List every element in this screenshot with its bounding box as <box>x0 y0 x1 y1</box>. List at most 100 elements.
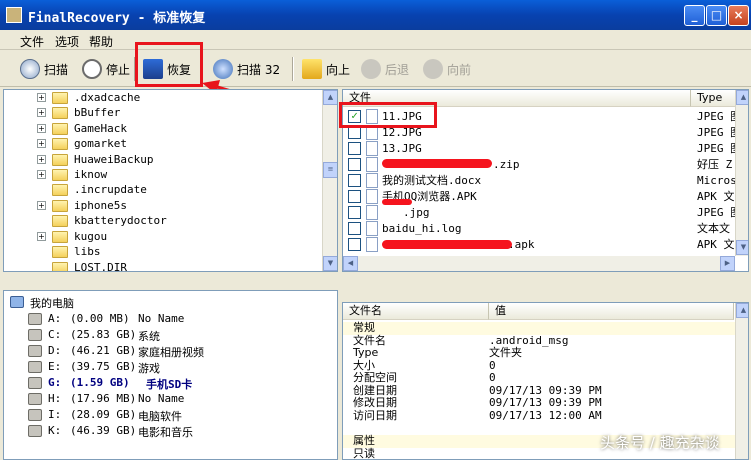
file-row[interactable]: .apk APK 文 <box>343 236 743 252</box>
file-row[interactable]: 我的测试文档.docx Micros <box>343 172 743 188</box>
scroll-thumb[interactable]: ≡ <box>323 162 337 178</box>
folder-icon <box>52 137 68 150</box>
tree-item[interactable]: + .dxadcache <box>37 90 140 105</box>
tree-item[interactable]: + kugou <box>37 229 107 244</box>
computer-icon <box>10 296 24 308</box>
checkbox[interactable] <box>348 173 361 187</box>
expand-icon[interactable]: + <box>37 108 46 117</box>
prop-row: 访问日期 09/17/13 12:00 AM <box>353 409 602 422</box>
folder-icon <box>52 214 68 227</box>
stop-button[interactable]: 停止 <box>82 55 130 83</box>
file-row[interactable]: baidu_hi.log 文本文 <box>343 220 743 236</box>
recover-highlight-box <box>135 42 203 87</box>
tree-item[interactable]: + bBuffer <box>37 105 120 120</box>
expand-icon[interactable]: + <box>37 139 46 148</box>
drive-item[interactable]: A: (0.00 MB) No Name <box>28 312 328 328</box>
expand-icon[interactable]: + <box>37 124 46 133</box>
tree-item[interactable]: LOST.DIR <box>52 260 127 271</box>
expand-icon[interactable]: + <box>37 93 46 102</box>
prop-scrollbar[interactable]: ▲ <box>735 303 748 459</box>
prop-row: 大小 0 <box>353 359 496 372</box>
checkbox[interactable] <box>348 141 361 155</box>
tree-item[interactable]: + GameHack <box>37 121 127 136</box>
checkbox[interactable] <box>348 189 361 203</box>
tree-scrollbar[interactable]: ▲ ≡ ▼ <box>322 90 337 271</box>
expand-icon[interactable]: + <box>37 201 46 210</box>
menu-file[interactable]: 文件 <box>20 33 44 50</box>
forward-button[interactable]: 向前 <box>423 55 471 83</box>
expand-icon[interactable]: + <box>37 170 46 179</box>
drive-item-selected[interactable]: G: (1.59 GB) 手机SD卡 <box>28 376 328 392</box>
scroll-down-icon[interactable]: ▼ <box>736 240 748 255</box>
checkbox[interactable] <box>348 221 361 235</box>
file-row[interactable]: .jpg JPEG 图 <box>343 204 743 220</box>
file-list-vscrollbar[interactable]: ▲ ▼ <box>735 90 748 256</box>
tree-item[interactable]: + iphone5s <box>37 198 127 213</box>
expand-icon[interactable]: + <box>37 232 46 241</box>
menu-options[interactable]: 选项 <box>55 33 79 50</box>
redaction-mark <box>382 159 492 168</box>
maximize-button[interactable]: □ <box>706 5 727 26</box>
drive-item[interactable]: E: (39.75 GB) 游戏 <box>28 360 328 376</box>
prop-header-name[interactable]: 文件名 <box>343 303 489 320</box>
prop-row: 分配空间 0 <box>353 371 496 384</box>
file-icon <box>366 204 378 220</box>
forward-label: 向前 <box>447 62 472 77</box>
window-title: FinalRecovery - 标准恢复 <box>28 11 206 26</box>
tree-item[interactable]: + gomarket <box>37 136 127 151</box>
file-row[interactable]: 手机QQ浏览器.APK APK 文 <box>343 188 743 205</box>
scroll-up-icon[interactable]: ▲ <box>736 90 748 105</box>
drive-item[interactable]: C: (25.83 GB) 系统 <box>28 328 328 344</box>
tree-item[interactable]: + iknow <box>37 167 107 182</box>
expand-icon[interactable]: + <box>37 155 46 164</box>
scroll-left-icon[interactable]: ◀ <box>343 256 358 271</box>
minimize-button[interactable]: _ <box>684 5 705 26</box>
back-button[interactable]: 后退 <box>361 55 409 83</box>
folder-icon <box>52 106 68 119</box>
up-label: 向上 <box>326 62 351 77</box>
column-header-type[interactable]: Type <box>691 90 736 107</box>
file-icon <box>366 140 378 156</box>
file-row[interactable]: 13.JPG JPEG 图 <box>343 140 743 156</box>
scan-button[interactable]: 扫描 <box>20 55 68 83</box>
back-arrow-icon <box>361 59 381 79</box>
checkbox[interactable] <box>348 237 361 251</box>
tree-item[interactable]: libs <box>52 244 101 259</box>
folder-icon <box>52 245 68 258</box>
file-icon <box>366 172 378 188</box>
file-list-hscrollbar[interactable]: ◀ ▶ <box>343 256 735 271</box>
checkbox[interactable] <box>348 205 361 219</box>
drive-item[interactable]: K: (46.39 GB) 电影和音乐 <box>28 424 328 440</box>
tree-item[interactable]: + HuaweiBackup <box>37 152 153 167</box>
file-row[interactable]: .zip 好压 Z <box>343 156 743 172</box>
prop-header-value[interactable]: 值 <box>489 303 734 320</box>
watermark: 头条号 / 趣充杂谈 <box>600 434 720 452</box>
folder-icon <box>52 122 68 135</box>
prop-row: 修改日期 09/17/13 09:39 PM <box>353 396 602 409</box>
scan32-label: 扫描 32 <box>237 62 281 77</box>
splitter[interactable] <box>0 274 751 290</box>
title-bar[interactable]: FinalRecovery - 标准恢复 _ □ × <box>0 0 751 30</box>
drive-item[interactable]: H: (17.96 MB) No Name <box>28 392 328 408</box>
checkbox[interactable] <box>348 157 361 171</box>
close-button[interactable]: × <box>728 5 749 26</box>
folder-icon <box>52 230 68 243</box>
scroll-right-icon[interactable]: ▶ <box>720 256 735 271</box>
folder-icon <box>52 168 68 181</box>
menu-help[interactable]: 帮助 <box>89 33 113 50</box>
folder-tree: + .dxadcache + bBuffer + GameHack + goma… <box>3 89 338 272</box>
drive-item[interactable]: D: (46.21 GB) 家庭相册视频 <box>28 344 328 360</box>
scroll-up-icon[interactable]: ▲ <box>736 303 748 318</box>
scroll-down-icon[interactable]: ▼ <box>323 256 337 271</box>
folder-icon <box>52 261 68 271</box>
app-icon <box>6 7 22 23</box>
drive-icon <box>28 393 42 405</box>
file-highlight-box <box>339 102 437 128</box>
magnifier-icon <box>20 59 40 79</box>
tree-item[interactable]: .incrupdate <box>52 182 147 197</box>
prop-row: 文件名 .android_msg <box>353 334 569 347</box>
stop-label: 停止 <box>106 62 131 77</box>
tree-item[interactable]: kbatterydoctor <box>52 213 167 228</box>
drive-item[interactable]: I: (28.09 GB) 电脑软件 <box>28 408 328 424</box>
scroll-up-icon[interactable]: ▲ <box>323 90 337 105</box>
